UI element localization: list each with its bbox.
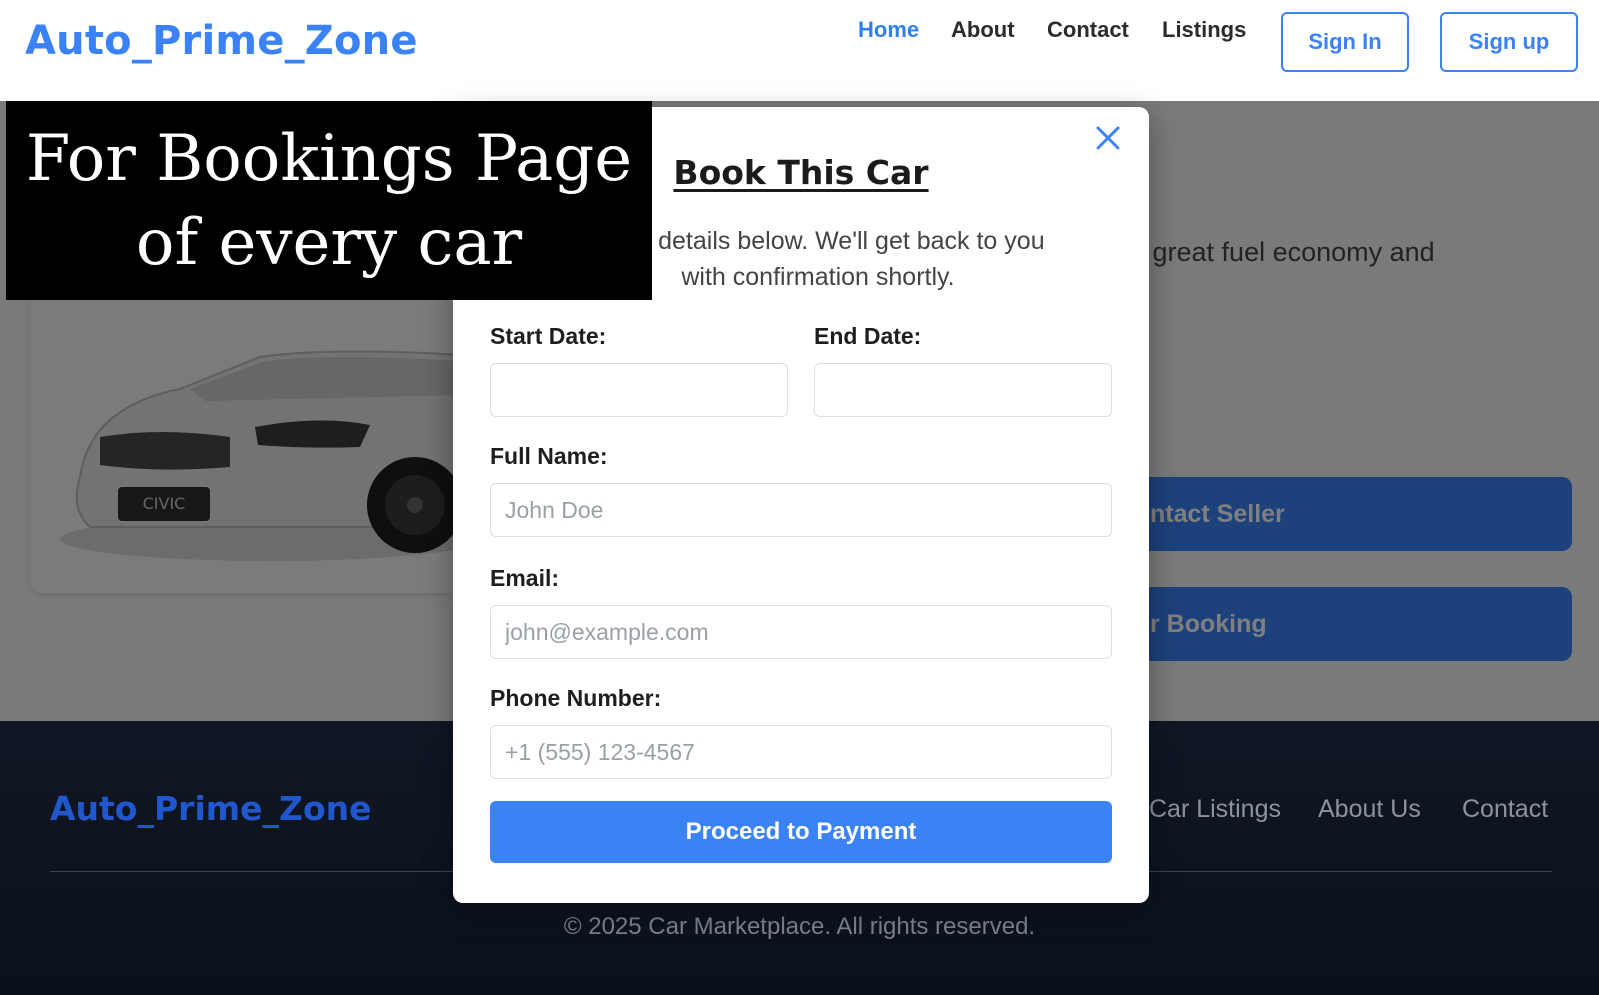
footer-link-contact[interactable]: Contact bbox=[1462, 795, 1548, 824]
sign-up-button[interactable]: Sign up bbox=[1440, 12, 1578, 72]
end-date-label: End Date: bbox=[814, 323, 922, 349]
email-input[interactable] bbox=[490, 605, 1112, 659]
full-name-input[interactable] bbox=[490, 483, 1112, 537]
footer-link-about-us[interactable]: About Us bbox=[1318, 795, 1421, 824]
end-date-input[interactable] bbox=[814, 363, 1112, 417]
email-label: Email: bbox=[490, 565, 560, 591]
sign-in-button[interactable]: Sign In bbox=[1281, 12, 1409, 72]
start-date-input[interactable] bbox=[490, 363, 788, 417]
proceed-to-payment-button[interactable]: Proceed to Payment bbox=[490, 801, 1112, 863]
caption-banner: For Bookings Page of every car bbox=[6, 101, 652, 300]
top-navbar: Auto_Prime_Zone Home About Contact Listi… bbox=[0, 0, 1599, 101]
footer-brand[interactable]: Auto_Prime_Zone bbox=[50, 789, 372, 828]
nav-listings[interactable]: Listings bbox=[1162, 17, 1246, 43]
copyright-text: © 2025 Car Marketplace. All rights reser… bbox=[563, 913, 1036, 940]
phone-label: Phone Number: bbox=[490, 685, 662, 711]
nav-contact[interactable]: Contact bbox=[1047, 17, 1129, 43]
close-icon[interactable] bbox=[1091, 121, 1125, 155]
caption-line2: of every car bbox=[135, 206, 523, 280]
nav-home[interactable]: Home bbox=[858, 17, 919, 43]
caption-line1: For Bookings Page bbox=[25, 122, 633, 196]
start-date-label: Start Date: bbox=[490, 323, 607, 349]
phone-input[interactable] bbox=[490, 725, 1112, 779]
brand-logo[interactable]: Auto_Prime_Zone bbox=[25, 18, 418, 64]
footer-link-car-listings[interactable]: Car Listings bbox=[1149, 795, 1281, 824]
nav-about[interactable]: About bbox=[951, 17, 1015, 43]
full-name-label: Full Name: bbox=[490, 443, 608, 469]
